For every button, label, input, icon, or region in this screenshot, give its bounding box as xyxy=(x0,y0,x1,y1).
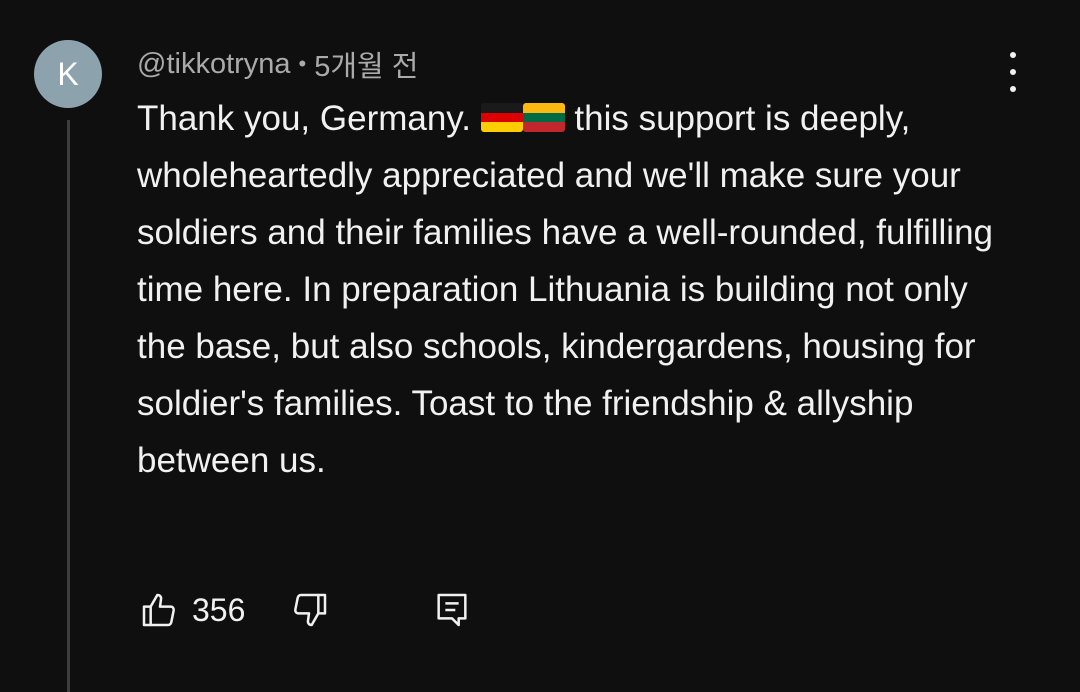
comment-text-part2: this support is deeply, wholeheartedly a… xyxy=(137,99,993,480)
thread-line xyxy=(67,120,70,692)
comment-text: Thank you, Germany. this support is deep… xyxy=(137,90,1017,489)
menu-dot xyxy=(1010,69,1016,75)
comment-actions: 356 xyxy=(137,584,474,636)
thumbs-up-icon xyxy=(142,593,175,627)
comment-text-part1: Thank you, Germany. xyxy=(137,99,471,138)
thumbs-down-icon xyxy=(294,593,327,627)
avatar[interactable]: K xyxy=(34,40,102,108)
lithuania-flag-icon xyxy=(522,103,565,132)
dislike-button[interactable] xyxy=(288,588,332,632)
comment-header: @tikkotryna • 5개월 전 xyxy=(137,44,418,84)
more-options-button[interactable] xyxy=(996,52,1030,92)
timestamp[interactable]: 5개월 전 xyxy=(314,43,418,85)
reply-button[interactable] xyxy=(430,588,474,632)
separator-dot: • xyxy=(298,51,307,76)
like-button[interactable] xyxy=(137,588,181,632)
author-handle[interactable]: @tikkotryna xyxy=(137,48,291,81)
reply-icon xyxy=(437,593,467,627)
like-count: 356 xyxy=(192,591,246,628)
more-vertical-icon xyxy=(1010,52,1016,58)
germany-flag-icon xyxy=(480,103,523,132)
